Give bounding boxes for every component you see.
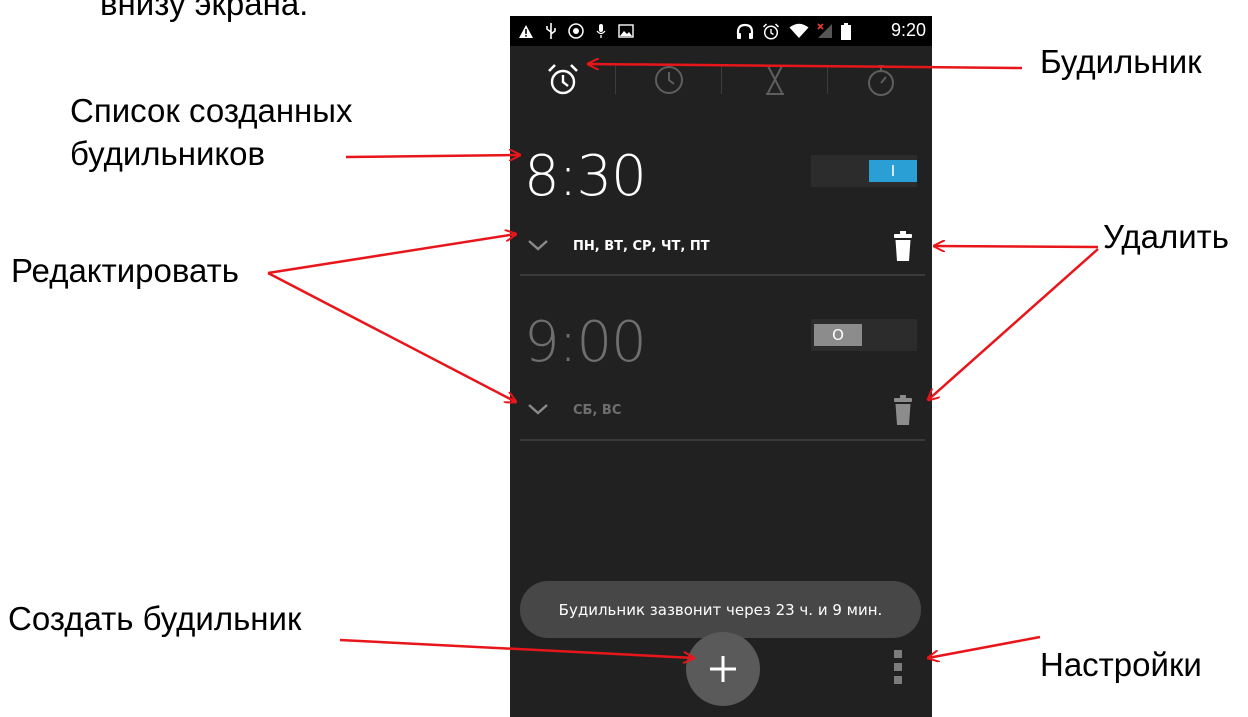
list-divider	[520, 439, 925, 441]
wifi-icon	[789, 23, 809, 39]
annotation-alarm-list-line1: Список созданных	[70, 92, 353, 129]
arrow-to-delete-1	[934, 246, 1099, 247]
arrow-to-edit-1	[267, 234, 516, 275]
headphones-icon	[736, 23, 754, 39]
trash-icon[interactable]	[893, 394, 913, 426]
alarm-repeat-days: СБ, ВС	[573, 403, 622, 418]
tab-alarm[interactable]	[510, 46, 615, 114]
mic-icon	[596, 23, 606, 39]
arrow-to-delete-2	[928, 248, 1099, 400]
status-bar: 9:20	[510, 16, 932, 46]
annotation-edit: Редактировать	[11, 252, 239, 289]
toast-message: Будильник зазвонит через 23 ч. и 9 мин.	[520, 581, 921, 638]
annotation-alarm-list-line2: будильников	[70, 135, 266, 172]
alarm-time[interactable]: 9:00	[524, 310, 647, 375]
annotation-delete: Удалить	[1103, 218, 1229, 255]
signal-off-icon	[815, 23, 833, 39]
usb-icon	[545, 23, 557, 39]
tab-timer[interactable]	[722, 46, 827, 114]
fm-radio-icon	[568, 23, 584, 39]
chevron-down-icon[interactable]	[527, 402, 549, 416]
slide-header-text: внизу экрана.	[100, 0, 309, 22]
phone-screen: 9:20 8:30 I ПН, ВТ, СР, ЧТ, ПТ 9:00 O СБ…	[510, 16, 932, 717]
tab-bar	[510, 46, 932, 114]
list-divider	[520, 274, 925, 276]
tab-world-clock[interactable]	[616, 46, 721, 114]
alarm-toggle[interactable]: I	[811, 155, 917, 187]
trash-icon[interactable]	[893, 230, 913, 262]
annotation-alarm-list: Список созданных будильников	[70, 89, 353, 175]
arrow-to-alarm-list	[345, 155, 520, 157]
status-time: 9:20	[890, 20, 926, 40]
toggle-thumb-on: I	[869, 160, 917, 182]
clock-icon	[654, 66, 683, 94]
plus-icon	[710, 656, 736, 682]
add-alarm-button[interactable]	[686, 632, 760, 706]
battery-icon	[841, 22, 851, 40]
hourglass-icon	[765, 65, 784, 95]
tab-stopwatch[interactable]	[828, 46, 932, 114]
alarm-toggle[interactable]: O	[811, 319, 917, 351]
chevron-down-icon[interactable]	[527, 238, 549, 252]
warning-icon	[518, 23, 534, 39]
alarm-clock-icon	[547, 64, 578, 95]
alarm-repeat-days: ПН, ВТ, СР, ЧТ, ПТ	[573, 239, 710, 254]
annotation-create-alarm: Создать будильник	[8, 600, 302, 637]
alarm-time[interactable]: 8:30	[524, 144, 647, 209]
overflow-menu-button[interactable]	[888, 648, 908, 686]
toggle-thumb-off: O	[814, 324, 862, 346]
stopwatch-icon	[867, 65, 894, 96]
arrow-to-edit-2	[267, 271, 516, 402]
alarm-status-icon	[762, 22, 780, 40]
annotation-settings: Настройки	[1040, 646, 1202, 683]
image-icon	[618, 23, 634, 39]
annotation-alarm-tab: Будильник	[1040, 43, 1202, 80]
arrow-to-settings	[928, 635, 1041, 658]
